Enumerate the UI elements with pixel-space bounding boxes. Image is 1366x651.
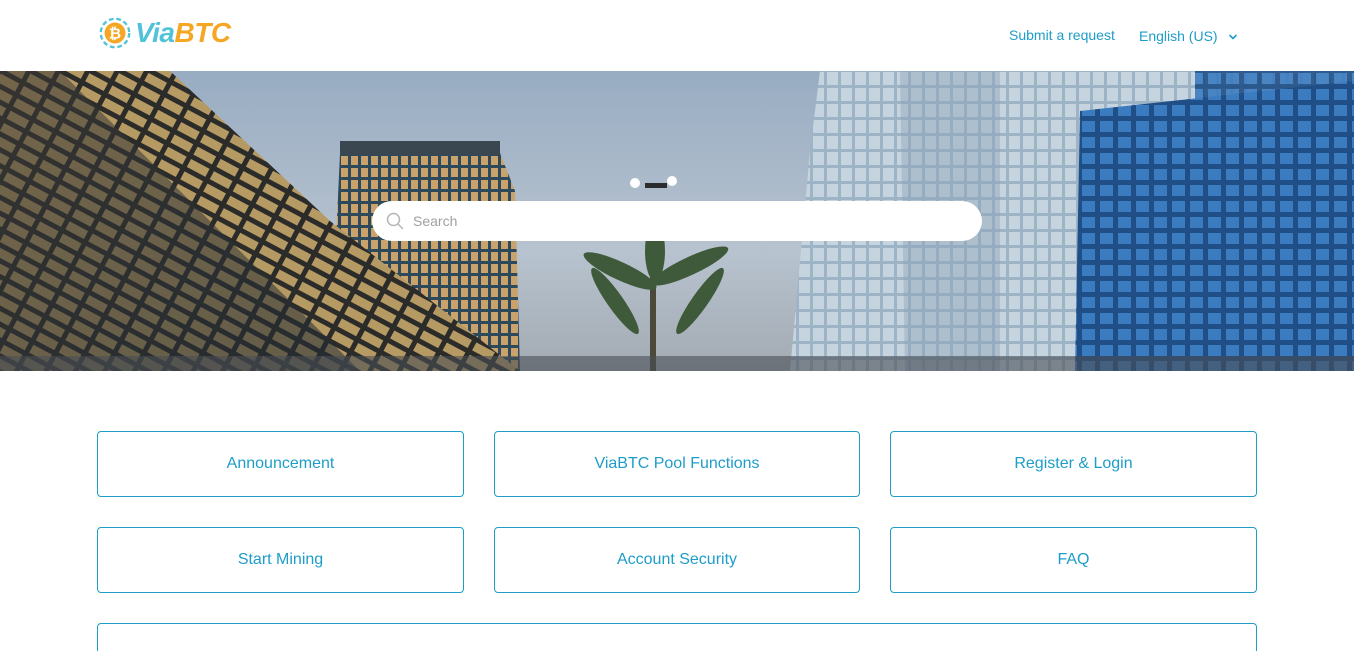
search-bar[interactable] xyxy=(372,201,982,241)
category-announcement[interactable]: Announcement xyxy=(97,431,464,497)
category-more[interactable] xyxy=(97,623,1257,651)
search-icon xyxy=(386,212,404,230)
site-header: ₿ ViaBTC Submit a request English (US) xyxy=(0,0,1354,71)
bitcoin-coin-icon: ₿ xyxy=(99,17,131,49)
search-input[interactable] xyxy=(413,213,973,229)
category-register-login[interactable]: Register & Login xyxy=(890,431,1257,497)
category-pool-functions[interactable]: ViaBTC Pool Functions xyxy=(494,431,860,497)
brand-logo[interactable]: ₿ ViaBTC xyxy=(96,13,231,53)
category-faq[interactable]: FAQ xyxy=(890,527,1257,593)
submit-request-link[interactable]: Submit a request xyxy=(1009,27,1115,43)
language-label: English (US) xyxy=(1139,28,1218,44)
svg-text:₿: ₿ xyxy=(109,26,121,43)
chevron-down-icon xyxy=(1228,34,1237,40)
hero-banner xyxy=(0,71,1354,371)
language-selector[interactable]: English (US) xyxy=(1139,28,1238,44)
category-start-mining[interactable]: Start Mining xyxy=(97,527,464,593)
brand-name: ViaBTC xyxy=(135,17,231,48)
category-account-security[interactable]: Account Security xyxy=(494,527,860,593)
